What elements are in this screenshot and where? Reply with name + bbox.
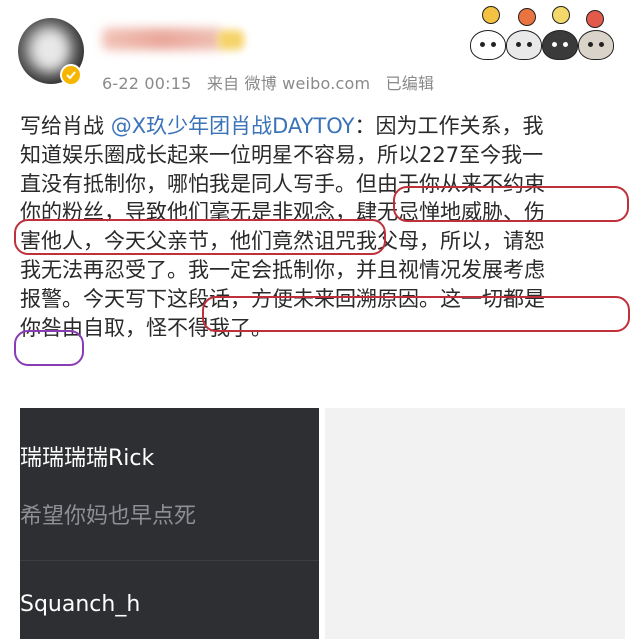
sticker-token-icon (518, 8, 536, 26)
post-content: 写给肖战 @X玖少年团肖战DAYTOY：因为工作关系，我 知道娱乐圈成长起来一位明… (20, 112, 620, 342)
comments-panel: 瑞瑞瑞瑞Rick 希望你妈也早点死 Squanch_h (20, 408, 319, 639)
post-line: 知道娱乐圈成长起来一位明星不容易，所以227至今我一 (20, 141, 620, 170)
comment-username[interactable]: 瑞瑞瑞瑞Rick (20, 440, 154, 472)
comment-divider (20, 560, 319, 561)
post-text: 我无法再忍受了。我一定会抵制你，并且视情况发展考虑 (20, 257, 545, 282)
sticker-token-icon (552, 6, 570, 24)
cat-sticker-icon (542, 30, 578, 60)
comment-username[interactable]: Squanch_h (20, 592, 140, 617)
post-date: 6-22 00:15 (102, 74, 192, 93)
post-text: 知道娱乐圈成长起来一位明星不容易，所以227至今我一 (20, 142, 544, 167)
post-source: 来自 微博 weibo.com (206, 74, 371, 93)
post-text: 直没有抵制你，哪怕我是同人写手。但由于你从来不约束 (20, 171, 545, 196)
verified-badge-icon (60, 64, 82, 86)
post-line: 害他人，今天父亲节，他们竟然诅咒我父母，所以，请恕 (20, 227, 620, 256)
post-text: 你咎由自取，怪不得我了。 (20, 315, 272, 340)
post-line: 报警。今天写下这段话，方便未来回溯原因。这一切都是 (20, 285, 620, 314)
sticker-token-icon (586, 10, 604, 28)
post-meta: 6-22 00:15 来自 微博 weibo.com 已编辑 (102, 70, 444, 94)
post-text: 害他人，今天父亲节，他们竟然诅咒我父母，所以，请恕 (20, 229, 545, 254)
post-text: 报警。今天写下这段话，方便未来回溯原因。这一切都是 (20, 286, 545, 311)
vip-badge-blurred (218, 30, 244, 50)
post-line: 我无法再忍受了。我一定会抵制你，并且视情况发展考虑 (20, 256, 620, 285)
post-line: 写给肖战 @X玖少年团肖战DAYTOY：因为工作关系，我 (20, 112, 620, 141)
post-line: 你咎由自取，怪不得我了。 (20, 314, 620, 343)
comment-text: 希望你妈也早点死 (20, 504, 197, 529)
edited-label: 已编辑 (385, 74, 435, 93)
cat-sticker-icon (506, 30, 542, 60)
post-text: ：因为工作关系，我 (354, 114, 544, 138)
post-text: 你的粉丝，导致他们毫无是非观念，肆无忌惮地威胁、伤 (20, 200, 545, 225)
sticker-cats (468, 6, 618, 62)
post-line: 直没有抵制你，哪怕我是同人写手。但由于你从来不约束 (20, 170, 620, 199)
post-text: 写给肖战 (20, 114, 111, 138)
comments-panel-right (325, 408, 625, 639)
sticker-token-icon (482, 6, 500, 24)
cat-sticker-icon (578, 30, 614, 60)
mention-link[interactable]: @X玖少年团肖战DAYTOY (111, 114, 355, 138)
post-line: 你的粉丝，导致他们毫无是非观念，肆无忌惮地威胁、伤 (20, 198, 620, 227)
username-blurred[interactable] (102, 28, 222, 50)
cat-sticker-icon (470, 30, 506, 60)
